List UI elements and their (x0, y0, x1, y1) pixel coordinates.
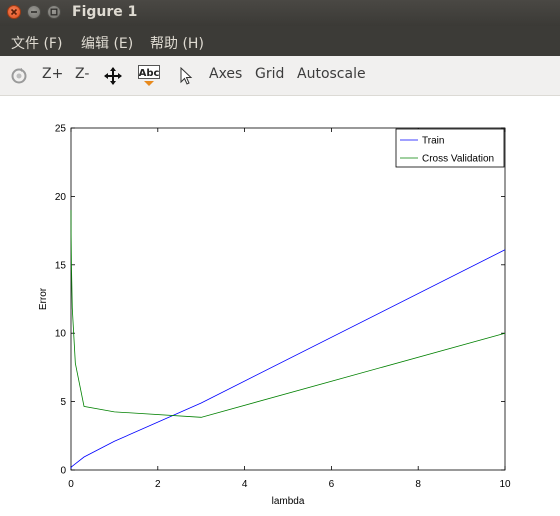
x-tick-label: 2 (155, 479, 161, 490)
y-tick-label: 25 (55, 124, 67, 135)
menu-file[interactable]: 文件 (F) (11, 33, 62, 53)
x-tick-label: 6 (329, 479, 335, 490)
insert-text-icon-label: Abc (139, 68, 160, 79)
minimize-window-button[interactable] (27, 5, 41, 19)
axes-frame (70, 127, 506, 471)
close-window-button[interactable] (7, 5, 21, 19)
axes-box (70, 127, 506, 471)
y-tick-label: 0 (60, 466, 66, 477)
insert-text-icon[interactable]: Abc (138, 65, 162, 91)
menu-help[interactable]: 帮助 (H) (150, 33, 204, 53)
menu-bar: 文件 (F) 编辑 (E) 帮助 (H) (0, 26, 560, 56)
rotate-icon[interactable] (10, 67, 28, 89)
zoom-out-button[interactable]: Z- (75, 66, 89, 82)
y-axis-label: Error (38, 287, 49, 310)
legend-label-0: Train (422, 136, 444, 147)
y-tick-label: 5 (60, 397, 66, 408)
x-tick-label: 10 (499, 479, 511, 490)
y-tick-label: 10 (55, 329, 67, 340)
x-tick-label: 0 (68, 479, 74, 490)
axes-button[interactable]: Axes (209, 66, 242, 82)
close-icon (10, 8, 18, 16)
y-tick-label: 20 (55, 192, 67, 203)
maximize-icon (50, 8, 58, 16)
window-title: Figure 1 (72, 4, 138, 20)
legend-label-1: Cross Validation (422, 154, 494, 165)
autoscale-button[interactable]: Autoscale (297, 66, 366, 82)
figure-toolbar: Z+ Z- Abc Axes Grid Autoscale (0, 56, 560, 96)
maximize-window-button[interactable] (47, 5, 61, 19)
menu-edit[interactable]: 编辑 (E) (81, 33, 133, 53)
y-tick-label: 15 (55, 260, 67, 271)
x-tick-label: 8 (415, 479, 421, 490)
x-axis-label: lambda (272, 496, 305, 507)
minimize-icon (31, 11, 37, 13)
legend: Train Cross Validation (395, 128, 505, 168)
x-tick-label: 4 (242, 479, 248, 490)
pan-move-icon[interactable] (104, 67, 122, 89)
grid-button[interactable]: Grid (255, 66, 284, 82)
plot-canvas[interactable]: 0 5 10 15 20 25 0 2 4 6 8 10 lambda Error Train Cro… (0, 96, 560, 516)
pointer-arrow-icon[interactable] (179, 66, 193, 89)
title-bar: Figure 1 (0, 0, 560, 26)
zoom-in-button[interactable]: Z+ (42, 66, 63, 82)
